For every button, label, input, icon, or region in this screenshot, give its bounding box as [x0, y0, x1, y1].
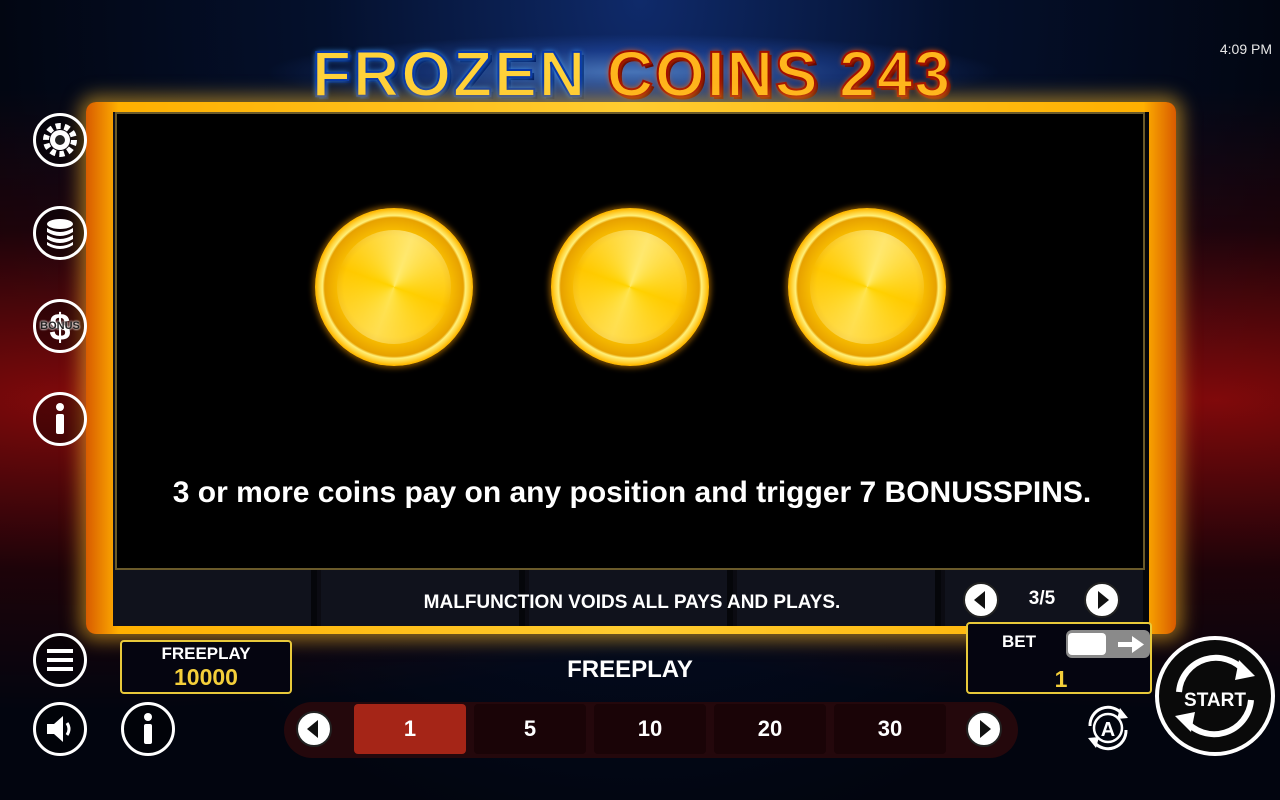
info-icon — [56, 403, 64, 434]
start-button[interactable]: START — [1155, 636, 1275, 756]
bet-display: BET 1 — [966, 622, 1152, 694]
coin-icon — [551, 208, 709, 366]
coins-button[interactable] — [33, 206, 87, 260]
malfunction-notice: MALFUNCTION VOIDS ALL PAYS AND PLAYS. — [423, 592, 841, 613]
bet-option-30[interactable]: 30 — [834, 704, 946, 754]
chevron-right-icon — [980, 720, 991, 738]
bet-option-1[interactable]: 1 — [354, 704, 466, 754]
bet-prev-button[interactable] — [296, 711, 332, 747]
game-info-button[interactable] — [121, 702, 175, 756]
bonus-label: BONUS — [40, 320, 80, 332]
bet-toggle[interactable] — [1066, 630, 1150, 658]
chevron-right-icon — [1098, 591, 1109, 609]
coin-icon — [788, 208, 946, 366]
gear-icon — [43, 123, 77, 157]
bet-option-20[interactable]: 20 — [714, 704, 826, 754]
bonus-button[interactable]: $ BONUS — [33, 299, 87, 353]
autoplay-icon: A — [1088, 705, 1128, 751]
bet-next-button[interactable] — [966, 711, 1002, 747]
paytable-next-button[interactable] — [1084, 582, 1120, 618]
logo-frozen: FROZEN — [311, 38, 588, 110]
bet-option-5[interactable]: 5 — [474, 704, 586, 754]
paytable-panel: 3 or more coins pay on any position and … — [115, 112, 1145, 570]
logo-coins: COINS 243 — [606, 38, 953, 110]
coin-icon — [315, 208, 473, 366]
autoplay-button[interactable]: A — [1080, 700, 1136, 756]
hamburger-icon — [47, 649, 73, 671]
arrow-right-icon — [1118, 636, 1144, 653]
paytable-prev-button[interactable] — [963, 582, 999, 618]
menu-button[interactable] — [33, 633, 87, 687]
info-icon — [144, 713, 152, 744]
freeplay-value: 10000 — [174, 664, 238, 690]
chevron-left-icon — [307, 720, 318, 738]
speaker-icon — [47, 716, 71, 742]
bet-label: BET — [1002, 632, 1036, 651]
svg-text:A: A — [1101, 719, 1115, 741]
paytable-page-indicator: 3/5 — [1028, 588, 1056, 609]
coins-stack-icon — [47, 219, 73, 249]
paytable-description: 3 or more coins pay on any position and … — [172, 476, 1092, 509]
status-time: 4:09 PM — [1219, 41, 1272, 57]
sound-button[interactable] — [33, 702, 87, 756]
start-label: START — [1184, 690, 1246, 711]
info-button[interactable] — [33, 392, 87, 446]
chevron-left-icon — [974, 591, 985, 609]
game-logo: FROZEN COINS 243 — [263, 34, 1003, 110]
freeplay-label: FREEPLAY — [161, 644, 251, 663]
settings-button[interactable] — [33, 113, 87, 167]
freeplay-balance: FREEPLAY 10000 — [120, 640, 292, 694]
bet-option-10[interactable]: 10 — [594, 704, 706, 754]
freeplay-center-label: FREEPLAY — [567, 656, 693, 683]
bet-value: 1 — [1054, 666, 1068, 692]
